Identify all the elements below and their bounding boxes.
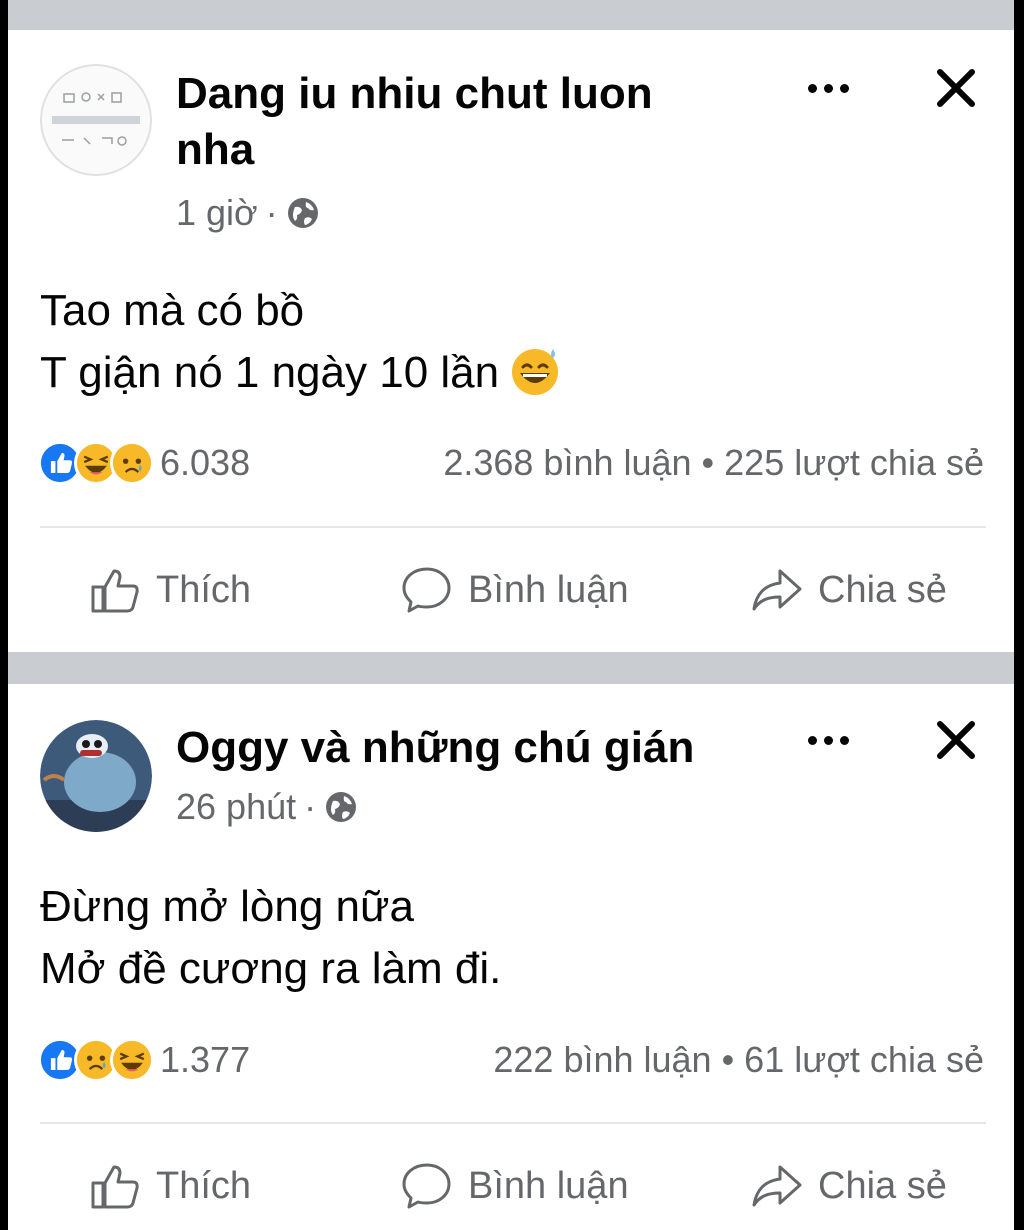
meta-separator: · xyxy=(304,786,317,827)
comment-button[interactable]: Bình luận xyxy=(400,1159,629,1213)
post-body-line: T giận nó 1 ngày 10 lần xyxy=(40,342,561,404)
share-button[interactable]: Chia sẻ xyxy=(750,563,947,617)
post-body: Đừng mở lòng nữa Mở đề cương ra làm đi. xyxy=(40,876,501,1000)
thumbs-up-icon xyxy=(91,1165,139,1209)
like-label: Thích xyxy=(156,1164,252,1207)
reaction-count: 1.377 xyxy=(160,1039,251,1080)
share-label: Chia sẻ xyxy=(818,1164,947,1207)
more-options-button[interactable] xyxy=(798,720,858,760)
thumbs-up-icon xyxy=(91,569,139,613)
comments-shares-count[interactable]: 2.368 bình luận • 225 lượt chia sẻ xyxy=(443,442,984,484)
reaction-count: 6.038 xyxy=(160,442,251,483)
post-card: Dang iu nhiu chut luon nha 1 giờ · Tao m… xyxy=(8,30,1014,652)
grinning-sweat-emoji-icon xyxy=(512,349,559,395)
share-arrow-icon xyxy=(752,1165,802,1207)
dot-icon xyxy=(839,83,849,93)
globe-icon xyxy=(326,792,357,822)
page-avatar[interactable] xyxy=(40,64,152,176)
share-arrow-icon xyxy=(752,569,802,611)
post-card: Oggy và những chú gián 26 phút · Đừng mở… xyxy=(8,684,1014,1230)
haha-reaction-icon xyxy=(110,1038,154,1082)
dot-icon xyxy=(807,735,817,745)
reactions-summary[interactable]: 1.377 xyxy=(38,1038,250,1082)
divider xyxy=(40,1122,986,1124)
post-body-line: Tao mà có bồ xyxy=(40,286,305,335)
post-separator xyxy=(8,652,1014,684)
post-stats: 1.377 222 bình luận • 61 lượt chia sẻ xyxy=(38,1032,984,1088)
post-time[interactable]: 26 phút xyxy=(176,786,296,828)
page-avatar[interactable] xyxy=(40,720,152,832)
dot-icon xyxy=(823,735,833,745)
feed-top-separator xyxy=(8,0,1014,30)
dot-icon xyxy=(807,83,817,93)
post-body: Tao mà có bồ T giận nó 1 ngày 10 lần xyxy=(40,280,561,404)
close-icon[interactable] xyxy=(928,60,984,116)
like-label: Thích xyxy=(156,568,252,611)
dot-icon xyxy=(839,735,849,745)
post-author[interactable]: Dang iu nhiu chut luon nha xyxy=(176,66,736,178)
comments-shares-count[interactable]: 222 bình luận • 61 lượt chia sẻ xyxy=(493,1039,984,1081)
post-author[interactable]: Oggy và những chú gián xyxy=(176,720,736,776)
post-meta: 26 phút · xyxy=(176,786,358,828)
comment-button[interactable]: Bình luận xyxy=(400,563,629,617)
post-body-line: Mở đề cương ra làm đi. xyxy=(40,944,502,993)
like-button[interactable]: Thích xyxy=(88,563,251,617)
post-meta: 1 giờ · xyxy=(176,192,320,234)
comment-label: Bình luận xyxy=(468,568,629,611)
globe-icon xyxy=(287,198,318,228)
post-actions: Thích Bình luận Chia sẻ xyxy=(8,550,1014,630)
sad-reaction-icon xyxy=(110,441,154,485)
comment-label: Bình luận xyxy=(468,1164,629,1207)
like-button[interactable]: Thích xyxy=(88,1159,251,1213)
comment-bubble-icon xyxy=(402,1163,451,1209)
post-stats: 6.038 2.368 bình luận • 225 lượt chia sẻ xyxy=(38,435,984,491)
share-label: Chia sẻ xyxy=(818,568,947,611)
divider xyxy=(40,526,986,528)
post-actions: Thích Bình luận Chia sẻ xyxy=(8,1146,1014,1226)
close-icon[interactable] xyxy=(928,712,984,768)
comment-bubble-icon xyxy=(402,567,451,613)
share-button[interactable]: Chia sẻ xyxy=(750,1159,947,1213)
dot-icon xyxy=(823,83,833,93)
meta-separator: · xyxy=(265,192,278,233)
reactions-summary[interactable]: 6.038 xyxy=(38,441,250,485)
post-body-line: Đừng mở lòng nữa xyxy=(40,882,414,931)
post-time[interactable]: 1 giờ xyxy=(176,192,258,234)
more-options-button[interactable] xyxy=(798,68,858,108)
